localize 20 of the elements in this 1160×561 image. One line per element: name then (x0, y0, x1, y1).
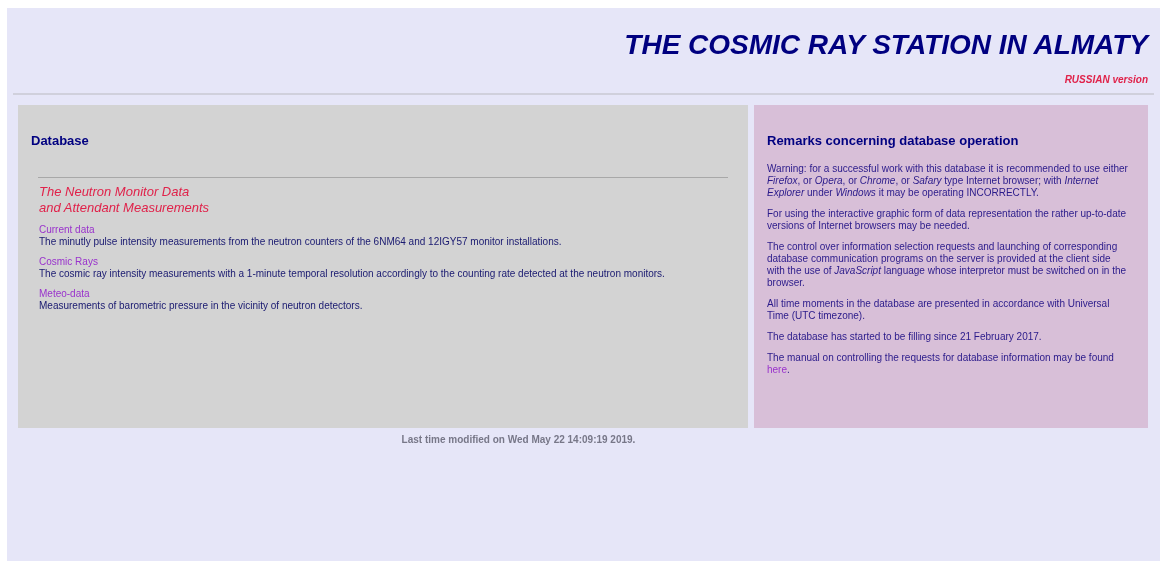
remark-paragraph: All time moments in the database are presented in accordance with Universal Time (UTC timezone). (767, 297, 1111, 322)
period-text: . (787, 363, 790, 375)
remark-paragraph: The manual on controlling the requests for database information may be found (767, 351, 1114, 364)
remark-paragraph: The database has started to be filling since 21 February 2017. (767, 330, 1043, 343)
remark-paragraph: Warning: for a successful work with this database it is recommended to use either Firefox, or Opera, or Chrome, or Safary type Internet browser; with Internet Explorer under Windows it may be operating INCORRECTLY. (767, 162, 1128, 199)
data-description: The cosmic ray intensity measurements with a 1-minute temporal resolution accordingly to the counting rate detected at the neutron monitors. (39, 267, 666, 280)
data-link[interactable]: Current data (39, 223, 95, 236)
section-heading: Database (31, 132, 90, 150)
language-link[interactable]: RUSSIAN version (1064, 72, 1148, 87)
data-description: The minutly pulse intensity measurements from the neutron counters of the 6NM64 and 12IGY57 monitor installations. (39, 235, 563, 248)
remark-paragraph: The control over information selection requests and launching of corresponding database communication programs on the server is provided at the client side with the use of JavaScript language whose interpretor must be switched on in the browser. (767, 240, 1128, 289)
data-link[interactable]: Cosmic Rays (39, 255, 98, 268)
section-heading: Remarks concerning database operation (767, 132, 1020, 150)
remark-paragraph: For using the interactive graphic form of data representation the rather up-to-date versions of Internet browsers may be needed. (767, 207, 1128, 232)
section-subtitle: The Neutron Monitor Data and Attendant Measurements (39, 183, 211, 216)
manual-link[interactable]: here (767, 363, 787, 375)
page-title: THE COSMIC RAY STATION IN ALMATY (624, 28, 1148, 62)
last-modified-text: Last time modified on Wed May 22 14:09:19 2019. (400, 433, 637, 447)
data-link[interactable]: Meteo-data (39, 287, 90, 300)
data-description: Measurements of barometric pressure in the vicinity of neutron detectors. (39, 299, 364, 312)
